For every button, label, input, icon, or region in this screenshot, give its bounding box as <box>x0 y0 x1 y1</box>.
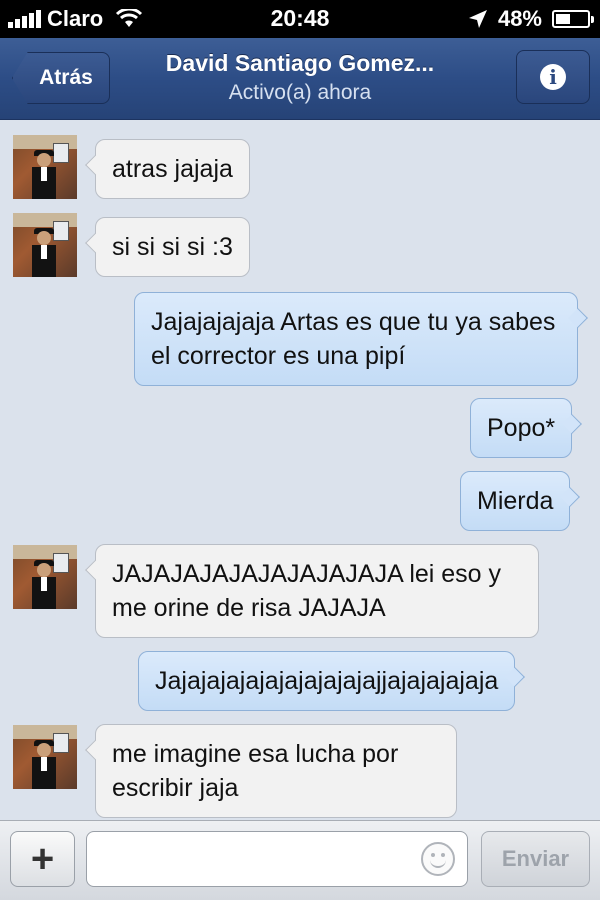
attach-plus-button[interactable]: + <box>10 831 75 887</box>
navigation-bar: Atrás David Santiago Gomez... Activo(a) … <box>0 38 600 120</box>
message-bubble-outgoing[interactable]: Jajajajajajajajajajajajjajajajajaja <box>138 651 526 711</box>
message-text: me imagine esa lucha por escribir jaja <box>112 740 399 802</box>
conversation-title: David Santiago Gomez... <box>165 50 435 76</box>
message-input[interactable] <box>86 831 468 887</box>
presence-status: Activo(a) ahora <box>228 81 372 104</box>
message-bubble-incoming[interactable]: me imagine esa lucha por escribir jaja <box>85 724 457 818</box>
smiley-icon[interactable] <box>421 842 455 876</box>
contact-avatar[interactable] <box>13 725 77 789</box>
contact-avatar[interactable] <box>13 545 77 609</box>
status-bar: Claro 20:48 48% <box>0 0 600 38</box>
message-text: Popo* <box>487 414 556 442</box>
location-arrow-icon <box>468 10 487 28</box>
message-bubble-outgoing[interactable]: Jajajajajaja Artas es que tu ya sabes el… <box>134 292 588 386</box>
message-text: atras jajaja <box>112 155 233 183</box>
info-icon: i <box>540 64 566 90</box>
message-text: Mierda <box>477 487 554 515</box>
contact-avatar[interactable] <box>13 213 77 277</box>
message-list[interactable]: atras jajaja si si si si :3 Jajajajajaja… <box>0 121 600 819</box>
message-composer: + Enviar <box>0 820 600 900</box>
message-text: si si si si :3 <box>112 233 233 261</box>
message-bubble-incoming[interactable]: JAJAJAJAJAJAJAJAJAJA lei eso y me orine … <box>85 544 539 638</box>
battery-icon <box>552 10 594 28</box>
message-text: Jajajajajajajajajajajajjajajajajaja <box>155 667 499 695</box>
back-button[interactable]: Atrás <box>12 52 110 104</box>
message-bubble-outgoing[interactable]: Popo* <box>470 398 583 458</box>
battery-percent: 48% <box>497 6 542 31</box>
message-bubble-incoming[interactable]: atras jajaja <box>85 139 250 199</box>
message-text: Jajajajajaja Artas es que tu ya sabes el… <box>151 308 556 370</box>
info-button[interactable]: i <box>516 50 590 104</box>
message-text: JAJAJAJAJAJAJAJAJAJA lei eso y me orine … <box>112 560 502 622</box>
send-button[interactable]: Enviar <box>481 831 590 887</box>
message-bubble-incoming[interactable]: si si si si :3 <box>85 217 250 277</box>
contact-avatar[interactable] <box>13 135 77 199</box>
message-bubble-outgoing[interactable]: Mierda <box>460 471 581 531</box>
